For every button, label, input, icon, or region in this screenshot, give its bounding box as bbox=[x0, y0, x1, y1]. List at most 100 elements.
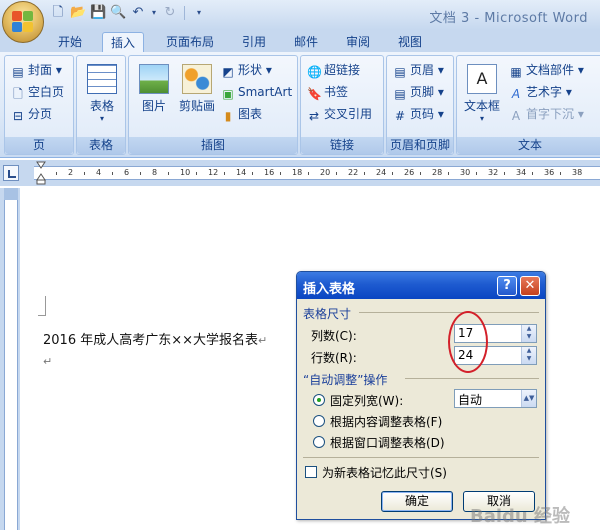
autofit-heading: “自动调整”操作 bbox=[303, 373, 388, 387]
indent-marker[interactable] bbox=[36, 160, 46, 186]
ruler-tick bbox=[532, 172, 533, 175]
columns-spin-buttons[interactable]: ▲ ▼ bbox=[521, 325, 536, 342]
fit-window-radio[interactable] bbox=[313, 436, 325, 448]
window-title: 文档 3 - Microsoft Word bbox=[429, 11, 588, 26]
hyperlink-button[interactable]: 🌐 超链接 bbox=[307, 60, 360, 80]
ruler-tick bbox=[420, 172, 421, 175]
margin-corner-mark bbox=[38, 296, 46, 316]
open-icon[interactable]: 📂 bbox=[70, 5, 86, 21]
footer-button[interactable]: ▤ 页脚 ▾ bbox=[393, 82, 444, 102]
customize-icon[interactable]: ▾ bbox=[191, 5, 207, 21]
group-label-links: 链接 bbox=[301, 137, 383, 154]
textbox-button[interactable]: A 文本框 ▾ bbox=[459, 64, 505, 123]
blank-page-icon: 🗋 bbox=[13, 87, 23, 101]
cross-reference-button[interactable]: ⇄ 交叉引用 bbox=[307, 104, 372, 124]
office-button[interactable] bbox=[2, 1, 44, 43]
ruler-number: 38 bbox=[572, 168, 583, 177]
header-button[interactable]: ▤ 页眉 ▾ bbox=[393, 60, 444, 80]
ruler-tick bbox=[112, 172, 113, 175]
ruler-number: 8 bbox=[152, 168, 158, 177]
ruler-tick bbox=[252, 172, 253, 175]
table-button[interactable]: 表格 ▾ bbox=[81, 64, 123, 123]
save-icon[interactable]: 💾 bbox=[90, 5, 106, 21]
chart-icon: ▮ bbox=[224, 109, 232, 123]
spin-up-icon[interactable]: ▲ bbox=[522, 325, 536, 333]
chart-button[interactable]: ▮ 图表 bbox=[221, 104, 262, 124]
textbox-icon: A bbox=[467, 64, 497, 94]
cover-page-button[interactable]: ▤ 封面 ▾ bbox=[11, 60, 62, 80]
quick-parts-icon: ▦ bbox=[510, 65, 522, 79]
tab-mailings[interactable]: 邮件 bbox=[288, 32, 324, 52]
textbox-dropdown-icon: ▾ bbox=[479, 114, 484, 123]
ruler-number: 6 bbox=[124, 168, 130, 177]
group-tables: 表格 ▾ 表格 bbox=[76, 55, 126, 155]
undo-icon[interactable]: ↶ bbox=[130, 5, 146, 21]
ruler-tick bbox=[196, 172, 197, 175]
close-button[interactable]: ✕ bbox=[520, 276, 540, 296]
tab-insert[interactable]: 插入 bbox=[102, 32, 144, 52]
smartart-button[interactable]: ▣ SmartArt bbox=[221, 82, 292, 102]
help-button[interactable]: ? bbox=[497, 276, 517, 296]
horizontal-ruler: 2 4 6 8 10 12 14 16 18 20 22 24 26 28 30 32 34 36 38 bbox=[0, 160, 600, 186]
blank-page-button[interactable]: 🗋 空白页 bbox=[11, 82, 64, 102]
page-number-button[interactable]: # 页码 ▾ bbox=[393, 104, 444, 124]
drop-cap-button[interactable]: A 首字下沉 ▾ bbox=[509, 104, 584, 124]
ruler-tick bbox=[476, 172, 477, 175]
picture-button[interactable]: 图片 bbox=[133, 64, 175, 114]
new-icon[interactable]: 🗋 bbox=[50, 5, 66, 21]
annotation-oval bbox=[448, 311, 488, 373]
table-icon bbox=[87, 64, 117, 94]
rows-spin-buttons[interactable]: ▲ ▼ bbox=[521, 347, 536, 364]
ruler-strip[interactable]: 2 4 6 8 10 12 14 16 18 20 22 24 26 28 30 32 34 36 38 bbox=[34, 166, 600, 180]
page-break-button[interactable]: ⊟ 分页 bbox=[11, 104, 52, 124]
fit-content-label[interactable]: 根据内容调整表格(F) bbox=[330, 413, 442, 430]
tab-references[interactable]: 引用 bbox=[236, 32, 272, 52]
group-label-tables: 表格 bbox=[77, 137, 125, 154]
shapes-button[interactable]: ◩ 形状 ▾ bbox=[221, 60, 272, 80]
dialog-title-bar[interactable]: 插入表格 ? ✕ bbox=[297, 272, 545, 299]
footer-icon: ▤ bbox=[394, 87, 406, 101]
quick-parts-button[interactable]: ▦ 文档部件 ▾ bbox=[509, 60, 584, 80]
tab-home[interactable]: 开始 bbox=[52, 32, 88, 52]
wordart-button[interactable]: A 艺术字 ▾ bbox=[509, 82, 572, 102]
undo-dropdown-icon[interactable]: ▾ bbox=[150, 5, 158, 21]
document-text[interactable]: 2016 年成人高考广东××大学报名表↵ bbox=[43, 329, 267, 348]
fixed-width-value: 自动 bbox=[458, 393, 483, 407]
redo-icon[interactable]: ↻ bbox=[162, 5, 178, 21]
fit-window-label[interactable]: 根据窗口调整表格(D) bbox=[330, 434, 445, 451]
clipart-button[interactable]: 剪贴画 bbox=[175, 64, 219, 114]
tab-review[interactable]: 审阅 bbox=[340, 32, 376, 52]
tab-selector-button[interactable] bbox=[3, 165, 19, 181]
fixed-width-radio[interactable] bbox=[313, 394, 325, 406]
remember-size-label[interactable]: 为新表格记忆此尺寸(S) bbox=[322, 464, 447, 481]
remember-size-checkbox[interactable] bbox=[305, 466, 317, 478]
vertical-ruler-strip[interactable] bbox=[4, 200, 18, 530]
ruler-number: 18 bbox=[292, 168, 303, 177]
fixed-width-label[interactable]: 固定列宽(W): bbox=[330, 392, 403, 409]
document-empty-line[interactable]: ↵ bbox=[43, 354, 52, 369]
tab-view[interactable]: 视图 bbox=[392, 32, 428, 52]
print-preview-icon[interactable]: 🔍 bbox=[110, 5, 126, 21]
spin-down-icon[interactable]: ▼ bbox=[522, 333, 536, 341]
ok-button[interactable]: 确定 bbox=[381, 491, 453, 512]
columns-label: 列数(C): bbox=[311, 329, 357, 343]
ruler-tick bbox=[280, 172, 281, 175]
paragraph-mark-2: ↵ bbox=[43, 355, 53, 368]
tab-page-layout[interactable]: 页面布局 bbox=[160, 32, 220, 52]
spin-down-icon[interactable]: ▼ bbox=[522, 355, 536, 363]
fixed-width-select[interactable]: 自动 ▲▼ bbox=[454, 389, 537, 408]
ruler-tick bbox=[308, 172, 309, 175]
combo-spin-icon[interactable]: ▲▼ bbox=[521, 390, 536, 407]
cover-page-icon: ▤ bbox=[12, 65, 24, 79]
spin-up-icon[interactable]: ▲ bbox=[522, 347, 536, 355]
bookmark-button[interactable]: 🔖 书签 bbox=[307, 82, 348, 102]
ruler-tick bbox=[84, 172, 85, 175]
ruler-number: 24 bbox=[376, 168, 387, 177]
ruler-number: 30 bbox=[460, 168, 471, 177]
group-label-pages: 页 bbox=[5, 137, 73, 154]
wordart-icon: A bbox=[511, 87, 521, 101]
group-label-header-footer: 页眉和页脚 bbox=[387, 137, 453, 154]
ruler-tick bbox=[504, 172, 505, 175]
vertical-ruler-margin bbox=[4, 188, 18, 200]
fit-content-radio[interactable] bbox=[313, 415, 325, 427]
